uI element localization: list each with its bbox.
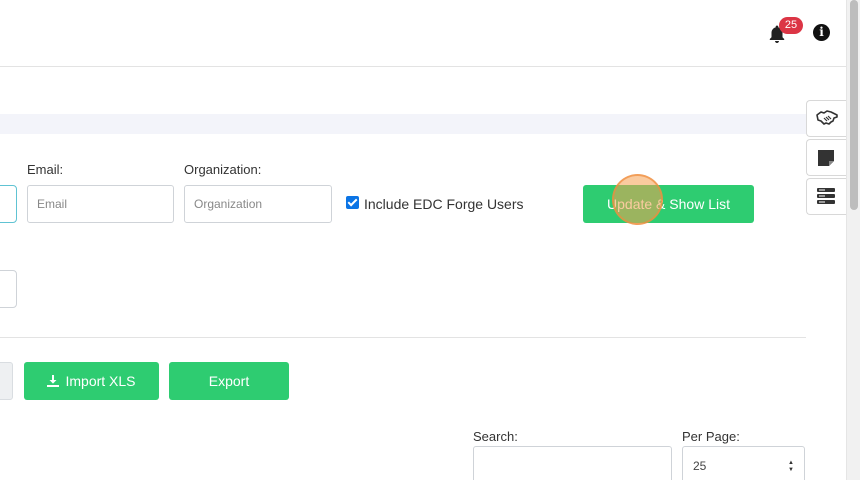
organization-label: Organization: <box>184 162 262 177</box>
side-tool-handshake[interactable] <box>806 100 846 137</box>
include-edc-checkbox[interactable] <box>346 196 359 209</box>
search-label: Search: <box>473 429 518 444</box>
side-tool-notes[interactable] <box>806 139 846 176</box>
side-tool-server[interactable] <box>806 178 846 215</box>
section-divider <box>0 337 806 338</box>
notification-count-badge[interactable]: 25 <box>779 17 803 34</box>
update-show-list-button[interactable]: Update & Show List <box>583 185 754 223</box>
email-field[interactable]: Email <box>27 185 174 223</box>
organization-field[interactable]: Organization <box>184 185 332 223</box>
per-page-select[interactable]: 25 ▲ ▼ <box>682 446 805 480</box>
import-xls-button[interactable]: Import XLS <box>24 362 159 400</box>
scrollbar-thumb[interactable] <box>850 0 858 210</box>
select-arrows-icon: ▲ ▼ <box>788 460 794 473</box>
sticky-note-icon <box>818 150 834 166</box>
import-xls-label: Import XLS <box>65 373 136 389</box>
partial-select[interactable] <box>0 270 17 308</box>
page-scrollbar[interactable] <box>846 0 860 480</box>
email-label: Email: <box>27 162 64 177</box>
per-page-value: 25 <box>693 459 707 473</box>
section-header-strip <box>0 114 826 134</box>
top-navbar: 25 i <box>0 0 846 67</box>
info-icon[interactable]: i <box>813 24 830 41</box>
partial-button[interactable] <box>0 362 13 400</box>
handshake-icon <box>816 110 838 125</box>
table-search-input[interactable] <box>473 446 672 480</box>
per-page-label: Per Page: <box>682 429 740 444</box>
partial-focused-input[interactable] <box>0 185 17 223</box>
include-edc-label[interactable]: Include EDC Forge Users <box>364 196 524 212</box>
export-button[interactable]: Export <box>169 362 289 400</box>
download-icon <box>47 375 60 387</box>
server-icon <box>817 188 835 204</box>
